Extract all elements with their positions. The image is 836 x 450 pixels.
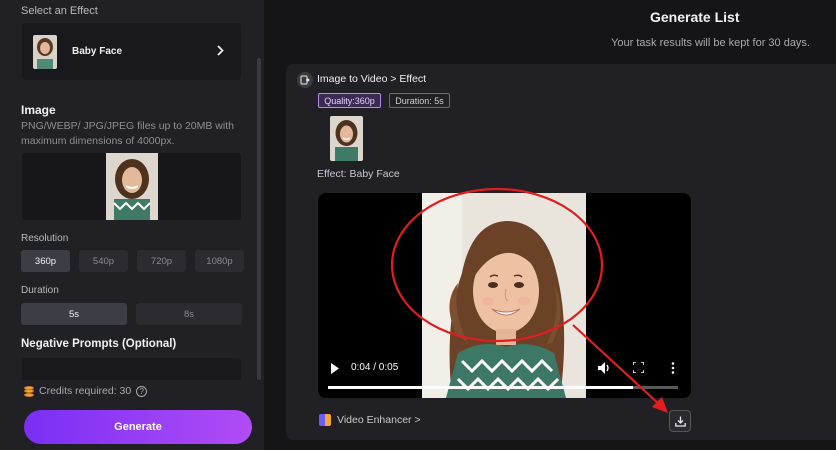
duration-label: Duration (21, 285, 59, 296)
video-frame (422, 193, 586, 398)
resolution-720p-button[interactable]: 720p (137, 250, 186, 272)
effect-thumbnail (33, 34, 57, 69)
video-enhancer-icon (319, 414, 331, 426)
duration-tag: Duration: 5s (389, 93, 450, 108)
duration-8s-button[interactable]: 8s (136, 303, 242, 325)
credits-info: Credits required: 30 ? (24, 385, 148, 397)
coins-icon (24, 385, 34, 397)
video-enhancer-label: Video Enhancer > (337, 414, 421, 426)
help-icon[interactable]: ? (136, 385, 148, 397)
video-time: 0:04 / 0:05 (351, 362, 399, 373)
source-image-thumbnail[interactable] (330, 116, 363, 161)
task-effect-label: Effect: Baby Face (317, 168, 400, 180)
select-effect-label: Select an Effect (21, 5, 98, 17)
video-enhancer-link[interactable]: Video Enhancer > (319, 414, 421, 426)
resolution-label: Resolution (21, 233, 69, 244)
resolution-1080p-button[interactable]: 1080p (195, 250, 244, 272)
settings-panel: Select an Effect Baby Face Image PNG/WEB… (0, 0, 264, 450)
uploaded-image (106, 153, 158, 220)
resolution-options: 360p 540p 720p 1080p (21, 250, 244, 272)
generate-list-subtitle: Your task results will be kept for 30 da… (611, 37, 810, 49)
video-progress-bar[interactable] (328, 386, 678, 389)
download-icon (674, 416, 686, 427)
chevron-right-icon (209, 44, 231, 59)
resolution-540p-button[interactable]: 540p (79, 250, 128, 272)
credits-text: Credits required: 30 (39, 385, 132, 397)
more-vertical-icon[interactable] (671, 362, 675, 377)
negative-prompts-label: Negative Prompts (Optional) (21, 338, 177, 350)
image-requirements: PNG/WEBP/ JPG/JPEG files up to 20MB with… (21, 120, 234, 147)
task-title: Image to Video > Effect (317, 73, 427, 85)
image-to-video-icon (297, 72, 313, 88)
panel-scrollbar[interactable] (257, 58, 261, 380)
play-icon[interactable] (330, 363, 340, 377)
resolution-360p-button[interactable]: 360p (21, 250, 70, 272)
video-progress-fill (328, 386, 633, 389)
effect-selector[interactable]: Baby Face (22, 23, 241, 80)
fullscreen-icon[interactable] (632, 361, 645, 376)
image-upload-area[interactable] (22, 153, 241, 220)
generate-button[interactable]: Generate (24, 410, 252, 444)
video-player[interactable]: 0:04 / 0:05 (318, 193, 691, 398)
volume-icon[interactable] (598, 362, 611, 377)
generate-list-title: Generate List (650, 9, 740, 25)
image-heading: Image (21, 103, 56, 117)
negative-prompts-input[interactable] (22, 358, 241, 380)
quality-tag: Quality:360p (318, 93, 381, 108)
effect-name: Baby Face (72, 46, 123, 57)
duration-5s-button[interactable]: 5s (21, 303, 127, 325)
duration-options: 5s 8s (21, 303, 242, 325)
download-button[interactable] (669, 410, 691, 432)
